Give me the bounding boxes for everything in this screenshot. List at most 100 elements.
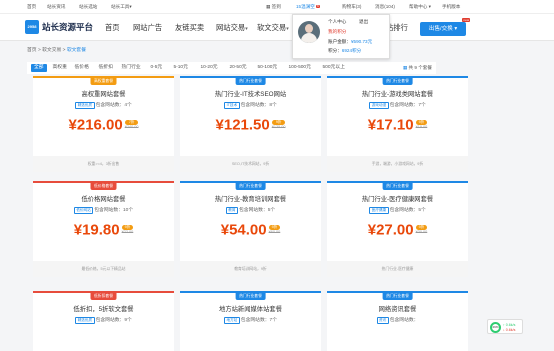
- chevron-down-icon: ▾: [286, 26, 289, 32]
- avatar[interactable]: [298, 21, 320, 43]
- cart-link[interactable]: 购物车(3): [342, 4, 361, 10]
- logout-link[interactable]: 退出: [359, 19, 368, 25]
- nav-links-trade[interactable]: 友链买卖: [175, 23, 204, 33]
- package-meta: 资讯 包含网站数：: [327, 316, 468, 324]
- messages-link[interactable]: 消息(104): [375, 4, 395, 10]
- signin-link[interactable]: ▦ 签到: [266, 4, 281, 10]
- package-card[interactable]: 热门行业套餐 热门行业-医疗健康网套餐 医疗健康 包含网站数：5个 ¥27.00 9折 ¥3…: [327, 181, 468, 277]
- breadcrumb: 首页 > 软文交易 > 软文套餐: [27, 48, 87, 53]
- category-tag: 教育: [225, 207, 238, 214]
- top-link-home[interactable]: 首页: [27, 4, 36, 10]
- package-card[interactable]: 低价格套餐低价格网站套餐 低价网站 包含网站数：10个 ¥19.80 9折 ¥22.00 最…: [33, 181, 174, 277]
- personal-center-link[interactable]: 个人中心: [328, 19, 346, 25]
- package-title[interactable]: 热门行业-游戏类网站套餐: [327, 89, 468, 98]
- package-price: ¥17.10 9折 ¥19.00: [327, 116, 468, 134]
- network-speed-widget[interactable]: 29% ↑ 0.6k/s ↓ 0.6k/s: [487, 319, 523, 334]
- package-tag: 热门行业套餐: [382, 293, 413, 300]
- package-title[interactable]: 热门行业-教育培训网套餐: [180, 194, 321, 203]
- logo-mark: 2958: [25, 20, 39, 34]
- filter-low-discount[interactable]: 低折扣: [97, 64, 114, 72]
- filter-bar: 全部 高权重 低价格 低折扣 热门行业 0-5元 5-10元 10-20元 20…: [27, 62, 436, 74]
- package-description: 最低价格，5元以下精品站: [33, 261, 174, 277]
- package-card[interactable]: 热门行业套餐 地方站新闻媒体站套餐 地方站 包含网站数：7个: [180, 291, 321, 351]
- package-title[interactable]: 网络资讯套餐: [327, 304, 468, 313]
- publish-button[interactable]: 出售/交换 ▾ new: [420, 18, 470, 36]
- category-tag: 精选优质: [75, 102, 95, 109]
- filter-high-weight[interactable]: 高权重: [51, 64, 68, 72]
- category-tag: IT技术: [224, 102, 240, 109]
- original-price: ¥19.00: [415, 125, 428, 130]
- package-tag: 热门行业套餐: [235, 183, 266, 190]
- package-tag: 低价格套餐: [90, 183, 117, 190]
- nav-article-trade[interactable]: 软文交易▾: [257, 23, 289, 33]
- package-meta: IT技术 包含网站数：8个: [180, 101, 321, 109]
- breadcrumb-current: 软文套餐: [66, 48, 87, 53]
- category-tag: 资讯: [376, 317, 389, 324]
- package-card[interactable]: 热门行业套餐 热门行业-游戏类网站套餐 游戏动漫 包含网站数：7个 ¥17.10 9折 ¥1…: [327, 76, 468, 172]
- category-tag: 医疗健康: [369, 207, 389, 214]
- original-price: ¥135.00: [271, 125, 286, 130]
- package-title[interactable]: 地方站新闻媒体站套餐: [180, 304, 321, 313]
- filter-all[interactable]: 全部: [31, 64, 47, 72]
- original-price: ¥240.00: [124, 125, 139, 130]
- filter-price-50-100[interactable]: 50-100元: [256, 64, 279, 72]
- nav-home[interactable]: 首页: [105, 23, 120, 33]
- package-price: ¥216.00 7折 ¥240.00: [33, 116, 174, 134]
- package-meta: 精选优质 包含网站数：9个: [33, 316, 174, 324]
- package-meta: 教育 包含网站数：5个: [180, 206, 321, 214]
- calendar-icon: ▦: [266, 4, 271, 9]
- price-value: ¥54.00: [220, 221, 267, 239]
- package-tag: 高权重套餐: [90, 78, 117, 85]
- top-link-sites[interactable]: 站长选站: [79, 4, 97, 10]
- package-meta: 精选优质 包含网站数：4个: [33, 101, 174, 109]
- package-description: 权重>=4，3折出售: [33, 156, 174, 172]
- filter-price-10-20[interactable]: 10-20元: [199, 64, 219, 72]
- points-row: 积分：6924积分: [328, 48, 362, 53]
- package-tag: 低折扣套餐: [90, 293, 117, 300]
- filter-price-5-10[interactable]: 5-10元: [172, 64, 189, 72]
- package-title[interactable]: 低价格网站套餐: [33, 194, 174, 203]
- package-tag: 热门行业套餐: [235, 78, 266, 85]
- mobile-version-link[interactable]: 手机版本: [442, 4, 460, 10]
- top-link-tools[interactable]: 站长工具▾: [111, 4, 132, 10]
- breadcrumb-level1[interactable]: 软文交易: [42, 48, 61, 53]
- category-tag: 精选优质: [75, 317, 95, 324]
- package-price: ¥121.50 9折 ¥135.00: [180, 116, 321, 134]
- site-logo[interactable]: 2958 站长资源平台: [25, 20, 93, 34]
- package-meta: 低价网站 包含网站数：10个: [33, 206, 174, 214]
- filter-price-20-50[interactable]: 20-50元: [228, 64, 248, 72]
- my-points-link[interactable]: 我的积分: [328, 29, 346, 35]
- package-description: 手游，端游，小游戏网站，9折: [327, 156, 468, 172]
- package-meta: 医疗健康 包含网站数：5个: [327, 206, 468, 214]
- package-card[interactable]: 低折扣套餐低折扣，5折软文套餐 精选优质 包含网站数：9个: [33, 291, 174, 351]
- filter-price-500-plus[interactable]: 500元以上: [321, 64, 346, 72]
- package-title[interactable]: 热门行业-医疗健康网套餐: [327, 194, 468, 203]
- package-card[interactable]: 热门行业套餐网络资讯套餐 资讯 包含网站数：: [327, 291, 468, 351]
- nav-ads[interactable]: 网站广告: [133, 23, 162, 33]
- package-description: 热门行业-医疗健康: [327, 261, 468, 277]
- nav-site-trade[interactable]: 网站交易▾: [216, 23, 248, 33]
- package-card[interactable]: 热门行业套餐热门行业-IT技术SEO网站 IT技术 包含网站数：8个 ¥121.50 9…: [180, 76, 321, 172]
- package-title[interactable]: 低折扣，5折软文套餐: [33, 304, 174, 313]
- filter-low-price[interactable]: 低价格: [73, 64, 90, 72]
- help-center-menu[interactable]: 帮助中心 ▾: [409, 4, 431, 10]
- top-link-news[interactable]: 站长资讯: [47, 4, 65, 10]
- price-value: ¥19.80: [73, 221, 120, 239]
- filter-price-0-5[interactable]: 0-5元: [149, 64, 164, 72]
- package-title[interactable]: 热门行业-IT技术SEO网站: [180, 89, 321, 98]
- package-card[interactable]: 热门行业套餐 热门行业-教育培训网套餐 教育 包含网站数：5个 ¥54.00 9折 ¥60.…: [180, 181, 321, 277]
- package-price: ¥19.80 9折 ¥22.00: [33, 221, 174, 239]
- package-meta: 地方站 包含网站数：7个: [180, 316, 321, 324]
- category-tag: 游戏动漫: [369, 102, 389, 109]
- top-bar: 首页 站长资讯 站长选站 站长工具▾ ▦ 签到 15温渊空 6 购物车(3) 消息…: [0, 0, 554, 14]
- package-title[interactable]: 高权重网站套餐: [33, 89, 174, 98]
- user-menu[interactable]: 15温渊空 6: [296, 4, 320, 10]
- filter-price-100-500[interactable]: 100-500元: [287, 64, 312, 72]
- original-price: ¥22.00: [121, 230, 134, 235]
- usage-ring-icon: 29%: [490, 322, 501, 333]
- package-card[interactable]: 高权重套餐高权重网站套餐 精选优质 包含网站数：4个 ¥216.00 7折 ¥240.00…: [33, 76, 174, 172]
- package-count: ▦ 共 9 个套餐: [402, 65, 432, 70]
- filter-hot-industry[interactable]: 热门行业: [120, 64, 142, 72]
- breadcrumb-home[interactable]: 首页: [27, 48, 37, 53]
- package-tag: 热门行业套餐: [382, 78, 413, 85]
